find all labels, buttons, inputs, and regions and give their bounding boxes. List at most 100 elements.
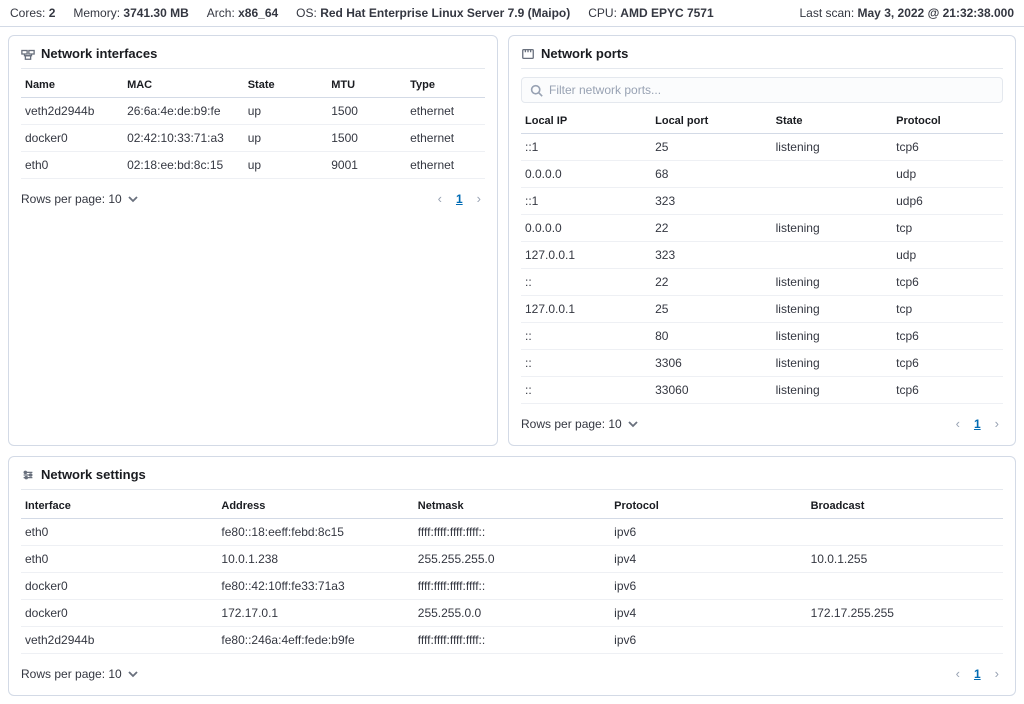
- pager: ‹ 1 ›: [952, 664, 1003, 683]
- cell-state: up: [244, 98, 328, 125]
- memory-label: Memory:: [73, 6, 120, 20]
- col-state[interactable]: State: [244, 73, 328, 98]
- table-row[interactable]: 0.0.0.068udp: [521, 161, 1003, 188]
- cell-local_ip: ::: [521, 269, 651, 296]
- col-mac[interactable]: MAC: [123, 73, 244, 98]
- table-row[interactable]: docker002:42:10:33:71:a3up1500ethernet: [21, 125, 485, 152]
- cell-local_port: 25: [651, 296, 772, 323]
- cell-interface: eth0: [21, 546, 217, 573]
- cell-local_ip: ::: [521, 350, 651, 377]
- table-row[interactable]: 127.0.0.125listeningtcp: [521, 296, 1003, 323]
- cell-netmask: 255.255.0.0: [414, 600, 610, 627]
- cell-mac: 26:6a:4e:de:b9:fe: [123, 98, 244, 125]
- rows-per-page-label: Rows per page: 10: [521, 417, 622, 431]
- table-row[interactable]: veth2d2944b26:6a:4e:de:b9:feup1500ethern…: [21, 98, 485, 125]
- cores-value: 2: [49, 6, 56, 20]
- arch: Arch: x86_64: [207, 6, 278, 20]
- table-row[interactable]: 127.0.0.1323udp: [521, 242, 1003, 269]
- cell-interface: eth0: [21, 519, 217, 546]
- col-netmask[interactable]: Netmask: [414, 494, 610, 519]
- col-protocol[interactable]: Protocol: [610, 494, 806, 519]
- table-row[interactable]: ::1323udp6: [521, 188, 1003, 215]
- prev-page[interactable]: ‹: [952, 414, 964, 433]
- rows-per-page-label: Rows per page: 10: [21, 667, 122, 681]
- col-interface[interactable]: Interface: [21, 494, 217, 519]
- cell-address: fe80::246a:4eff:fede:b9fe: [217, 627, 413, 654]
- chevron-down-icon: [627, 418, 639, 430]
- system-info-bar: Cores: 2 Memory: 3741.30 MB Arch: x86_64…: [0, 0, 1024, 27]
- cpu-label: CPU:: [588, 6, 617, 20]
- table-row[interactable]: ::3306listeningtcp6: [521, 350, 1003, 377]
- cell-protocol: ipv6: [610, 627, 806, 654]
- table-row[interactable]: eth0fe80::18:eeff:febd:8c15ffff:ffff:fff…: [21, 519, 1003, 546]
- table-row[interactable]: eth010.0.1.238255.255.255.0ipv410.0.1.25…: [21, 546, 1003, 573]
- table-row[interactable]: 0.0.0.022listeningtcp: [521, 215, 1003, 242]
- last-scan-value: May 3, 2022 @ 21:32:38.000: [858, 6, 1014, 20]
- cell-local_port: 323: [651, 188, 772, 215]
- interfaces-table: Name MAC State MTU Type veth2d2944b26:6a…: [21, 73, 485, 179]
- col-local-ip[interactable]: Local IP: [521, 109, 651, 134]
- page-number[interactable]: 1: [452, 190, 467, 208]
- cell-state: [772, 188, 893, 215]
- page-number[interactable]: 1: [970, 415, 985, 433]
- table-row[interactable]: ::125listeningtcp6: [521, 134, 1003, 161]
- cell-protocol: udp6: [892, 188, 1003, 215]
- prev-page[interactable]: ‹: [434, 189, 446, 208]
- col-state[interactable]: State: [772, 109, 893, 134]
- cell-netmask: ffff:ffff:ffff:ffff::: [414, 519, 610, 546]
- cell-local_port: 25: [651, 134, 772, 161]
- col-protocol[interactable]: Protocol: [892, 109, 1003, 134]
- cell-protocol: tcp: [892, 215, 1003, 242]
- last-scan-label: Last scan:: [799, 6, 854, 20]
- col-mtu[interactable]: MTU: [327, 73, 406, 98]
- network-ports-panel: Network ports Filter network ports... Lo…: [508, 35, 1016, 446]
- cell-interface: docker0: [21, 600, 217, 627]
- cell-protocol: tcp6: [892, 269, 1003, 296]
- cell-state: listening: [772, 323, 893, 350]
- cell-netmask: ffff:ffff:ffff:ffff::: [414, 573, 610, 600]
- cell-netmask: 255.255.255.0: [414, 546, 610, 573]
- next-page[interactable]: ›: [473, 189, 485, 208]
- table-row[interactable]: docker0172.17.0.1255.255.0.0ipv4172.17.2…: [21, 600, 1003, 627]
- memory-value: 3741.30 MB: [123, 6, 188, 20]
- table-row[interactable]: eth002:18:ee:bd:8c:15up9001ethernet: [21, 152, 485, 179]
- cell-type: ethernet: [406, 125, 485, 152]
- col-broadcast[interactable]: Broadcast: [807, 494, 1003, 519]
- pager: ‹ 1 ›: [952, 414, 1003, 433]
- col-name[interactable]: Name: [21, 73, 123, 98]
- panel-title: Network ports: [521, 46, 1003, 69]
- table-row[interactable]: veth2d2944bfe80::246a:4eff:fede:b9feffff…: [21, 627, 1003, 654]
- cell-state: listening: [772, 377, 893, 404]
- network-interfaces-panel: Network interfaces Name MAC State MTU Ty…: [8, 35, 498, 446]
- cell-mtu: 9001: [327, 152, 406, 179]
- table-row[interactable]: ::33060listeningtcp6: [521, 377, 1003, 404]
- cell-address: 10.0.1.238: [217, 546, 413, 573]
- rows-per-page[interactable]: Rows per page: 10: [21, 192, 139, 206]
- next-page[interactable]: ›: [991, 414, 1003, 433]
- settings-icon: [21, 468, 35, 482]
- chevron-down-icon: [127, 668, 139, 680]
- cpu-value: AMD EPYC 7571: [620, 6, 713, 20]
- cell-address: fe80::42:10ff:fe33:71a3: [217, 573, 413, 600]
- prev-page[interactable]: ‹: [952, 664, 964, 683]
- cell-mac: 02:18:ee:bd:8c:15: [123, 152, 244, 179]
- cell-mtu: 1500: [327, 125, 406, 152]
- table-row[interactable]: ::80listeningtcp6: [521, 323, 1003, 350]
- cell-protocol: ipv4: [610, 546, 806, 573]
- col-type[interactable]: Type: [406, 73, 485, 98]
- page-number[interactable]: 1: [970, 665, 985, 683]
- cores-label: Cores:: [10, 6, 45, 20]
- col-local-port[interactable]: Local port: [651, 109, 772, 134]
- ports-filter-input[interactable]: Filter network ports...: [521, 77, 1003, 103]
- cell-mac: 02:42:10:33:71:a3: [123, 125, 244, 152]
- table-row[interactable]: docker0fe80::42:10ff:fe33:71a3ffff:ffff:…: [21, 573, 1003, 600]
- cell-type: ethernet: [406, 152, 485, 179]
- table-footer: Rows per page: 10 ‹ 1 ›: [21, 179, 485, 208]
- panel-title-text: Network interfaces: [41, 46, 157, 61]
- next-page[interactable]: ›: [991, 664, 1003, 683]
- cell-protocol: tcp6: [892, 134, 1003, 161]
- table-row[interactable]: ::22listeningtcp6: [521, 269, 1003, 296]
- rows-per-page[interactable]: Rows per page: 10: [521, 417, 639, 431]
- col-address[interactable]: Address: [217, 494, 413, 519]
- rows-per-page[interactable]: Rows per page: 10: [21, 667, 139, 681]
